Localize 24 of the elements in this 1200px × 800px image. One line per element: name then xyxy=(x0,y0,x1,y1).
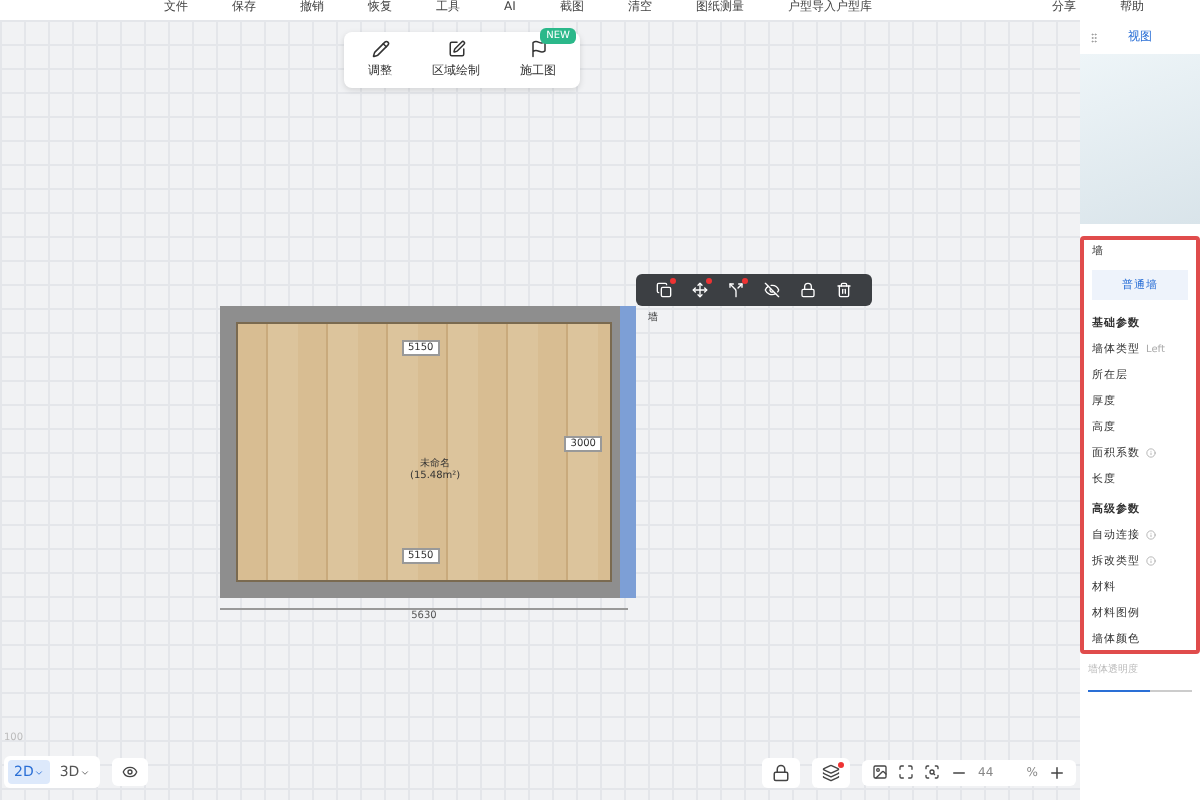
tool-icon[interactable] xyxy=(836,282,852,298)
lock-icon xyxy=(772,763,790,781)
layers-button[interactable] xyxy=(812,757,850,787)
info-icon xyxy=(1146,530,1156,540)
info-icon xyxy=(1146,556,1156,566)
fit-icon[interactable] xyxy=(898,764,914,780)
tool-icon[interactable] xyxy=(692,282,708,298)
eye-button[interactable] xyxy=(111,758,148,786)
caret-icon xyxy=(33,767,44,777)
tool-icon[interactable] xyxy=(800,282,816,298)
tool-icon[interactable] xyxy=(656,282,672,298)
layers-icon xyxy=(822,763,840,781)
caret-icon xyxy=(79,767,90,777)
tool-icon xyxy=(447,40,465,58)
zoom-area-icon[interactable] xyxy=(924,764,940,780)
image-icon[interactable] xyxy=(872,764,888,780)
tool-icon[interactable] xyxy=(764,282,780,298)
eye-icon xyxy=(121,764,138,780)
tool-icon[interactable] xyxy=(728,282,744,298)
tool-icon xyxy=(371,40,389,58)
info-icon xyxy=(1146,448,1156,458)
tool-icon xyxy=(529,40,547,58)
zoom-in-icon[interactable] xyxy=(1048,763,1066,781)
lock-button[interactable] xyxy=(762,757,800,787)
